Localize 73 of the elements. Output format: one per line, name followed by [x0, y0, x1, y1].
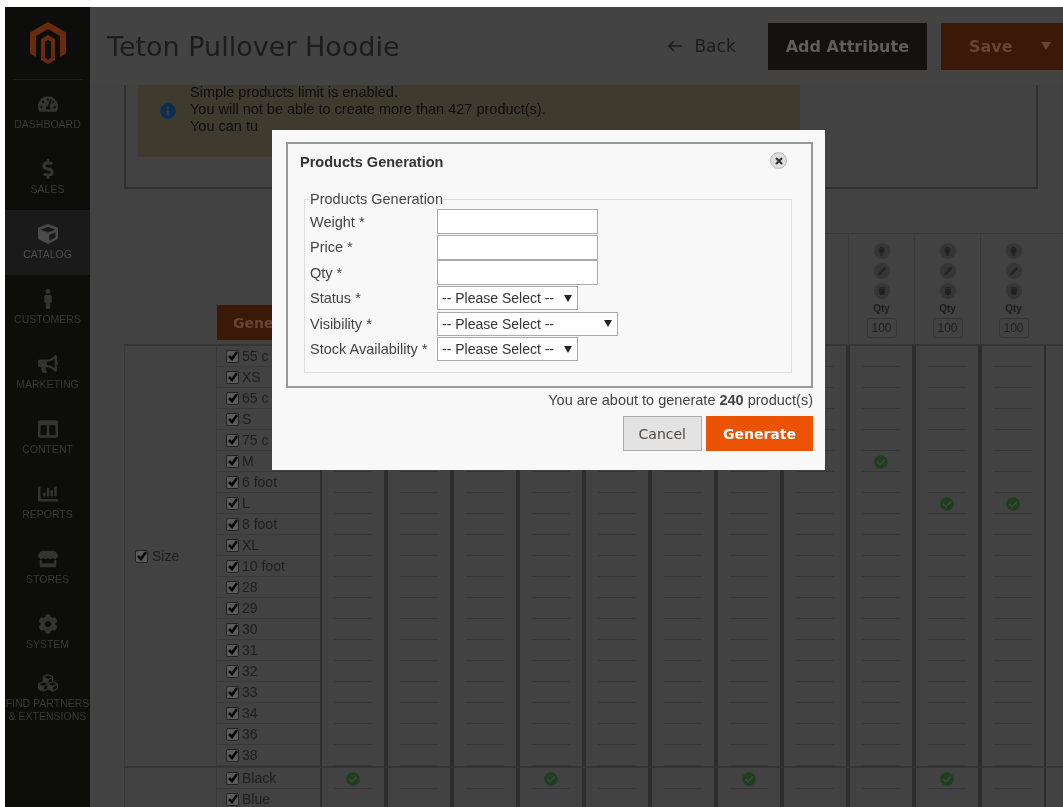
- checkbox[interactable]: [135, 549, 148, 563]
- info-icon: [160, 103, 176, 119]
- pencil-icon[interactable]: [873, 263, 890, 279]
- checkbox[interactable]: [226, 559, 239, 573]
- lightbulb-icon[interactable]: [873, 243, 890, 259]
- select-dropdown[interactable]: -- Please Select --: [437, 286, 578, 311]
- trash-icon[interactable]: [939, 283, 956, 299]
- matrix-cell[interactable]: [518, 768, 584, 789]
- text-input[interactable]: [437, 260, 598, 286]
- add-attribute-button[interactable]: Add Attribute: [767, 22, 927, 70]
- checkbox[interactable]: [226, 601, 239, 615]
- generation-summary: You are about to generate 240 product(s): [547, 392, 813, 408]
- trash-icon[interactable]: [1005, 283, 1022, 299]
- pencil-icon[interactable]: [1005, 263, 1022, 279]
- checkbox[interactable]: [226, 771, 239, 785]
- checkbox[interactable]: [226, 475, 239, 489]
- lightbulb-icon[interactable]: [939, 243, 956, 259]
- cancel-button[interactable]: Cancel: [622, 416, 702, 451]
- checkbox[interactable]: [226, 538, 239, 552]
- checkbox[interactable]: [226, 454, 239, 468]
- field-label: Weight *: [310, 213, 366, 230]
- logo-icon[interactable]: [29, 22, 66, 64]
- matrix-cell[interactable]: [980, 493, 1046, 514]
- caret-icon: [564, 294, 572, 302]
- checkbox[interactable]: [226, 664, 239, 678]
- nav-icon: [37, 672, 58, 693]
- caret-icon: [1040, 42, 1051, 50]
- close-icon: [774, 156, 783, 165]
- checkbox[interactable]: [226, 748, 239, 762]
- matrix-cell[interactable]: [914, 768, 980, 789]
- nav-icon: [37, 549, 58, 570]
- checkbox[interactable]: [226, 496, 239, 510]
- checkbox[interactable]: [226, 643, 239, 657]
- matrix-cell[interactable]: [716, 768, 782, 789]
- checkbox[interactable]: [226, 727, 239, 741]
- nav-icon: [37, 94, 58, 115]
- matrix-cell[interactable]: [848, 451, 914, 472]
- checkbox[interactable]: [226, 370, 239, 384]
- caret-icon: [564, 345, 572, 353]
- checkbox[interactable]: [226, 349, 239, 363]
- checkbox[interactable]: [226, 792, 239, 806]
- text-input[interactable]: [437, 234, 598, 260]
- checkbox[interactable]: [226, 706, 239, 720]
- checkbox[interactable]: [226, 580, 239, 594]
- trash-icon[interactable]: [873, 283, 890, 299]
- text-input[interactable]: [437, 209, 598, 235]
- checkbox[interactable]: [226, 517, 239, 531]
- matrix-cell[interactable]: [320, 768, 386, 789]
- caret-icon: [604, 320, 612, 328]
- select-dropdown[interactable]: -- Please Select --: [437, 337, 578, 362]
- dialog-title: Products Generation: [300, 154, 444, 170]
- nav-icon: [37, 614, 58, 635]
- checkbox[interactable]: [226, 685, 239, 699]
- fieldset-legend: Products Generation: [310, 191, 443, 207]
- select-dropdown[interactable]: -- Please Select --: [437, 311, 618, 336]
- pencil-icon[interactable]: [939, 263, 956, 279]
- generate-button[interactable]: Generate: [706, 416, 813, 451]
- lightbulb-icon[interactable]: [1005, 243, 1022, 259]
- nav-icon: [37, 484, 58, 505]
- checkbox[interactable]: [226, 433, 239, 447]
- field-label: Stock Availability *: [310, 341, 429, 358]
- matrix-cell[interactable]: [914, 493, 980, 514]
- checkbox[interactable]: [226, 391, 239, 405]
- field-label: Price *: [310, 239, 354, 256]
- field-label: Status *: [310, 290, 362, 307]
- checkbox[interactable]: [226, 412, 239, 426]
- close-button[interactable]: [770, 152, 787, 169]
- field-label: Qty *: [310, 264, 344, 281]
- nav-icon: [37, 354, 58, 375]
- nav-icon: [37, 419, 58, 440]
- arrow-left-icon: [668, 40, 683, 52]
- nav-icon: [37, 224, 58, 245]
- checkbox[interactable]: [226, 622, 239, 636]
